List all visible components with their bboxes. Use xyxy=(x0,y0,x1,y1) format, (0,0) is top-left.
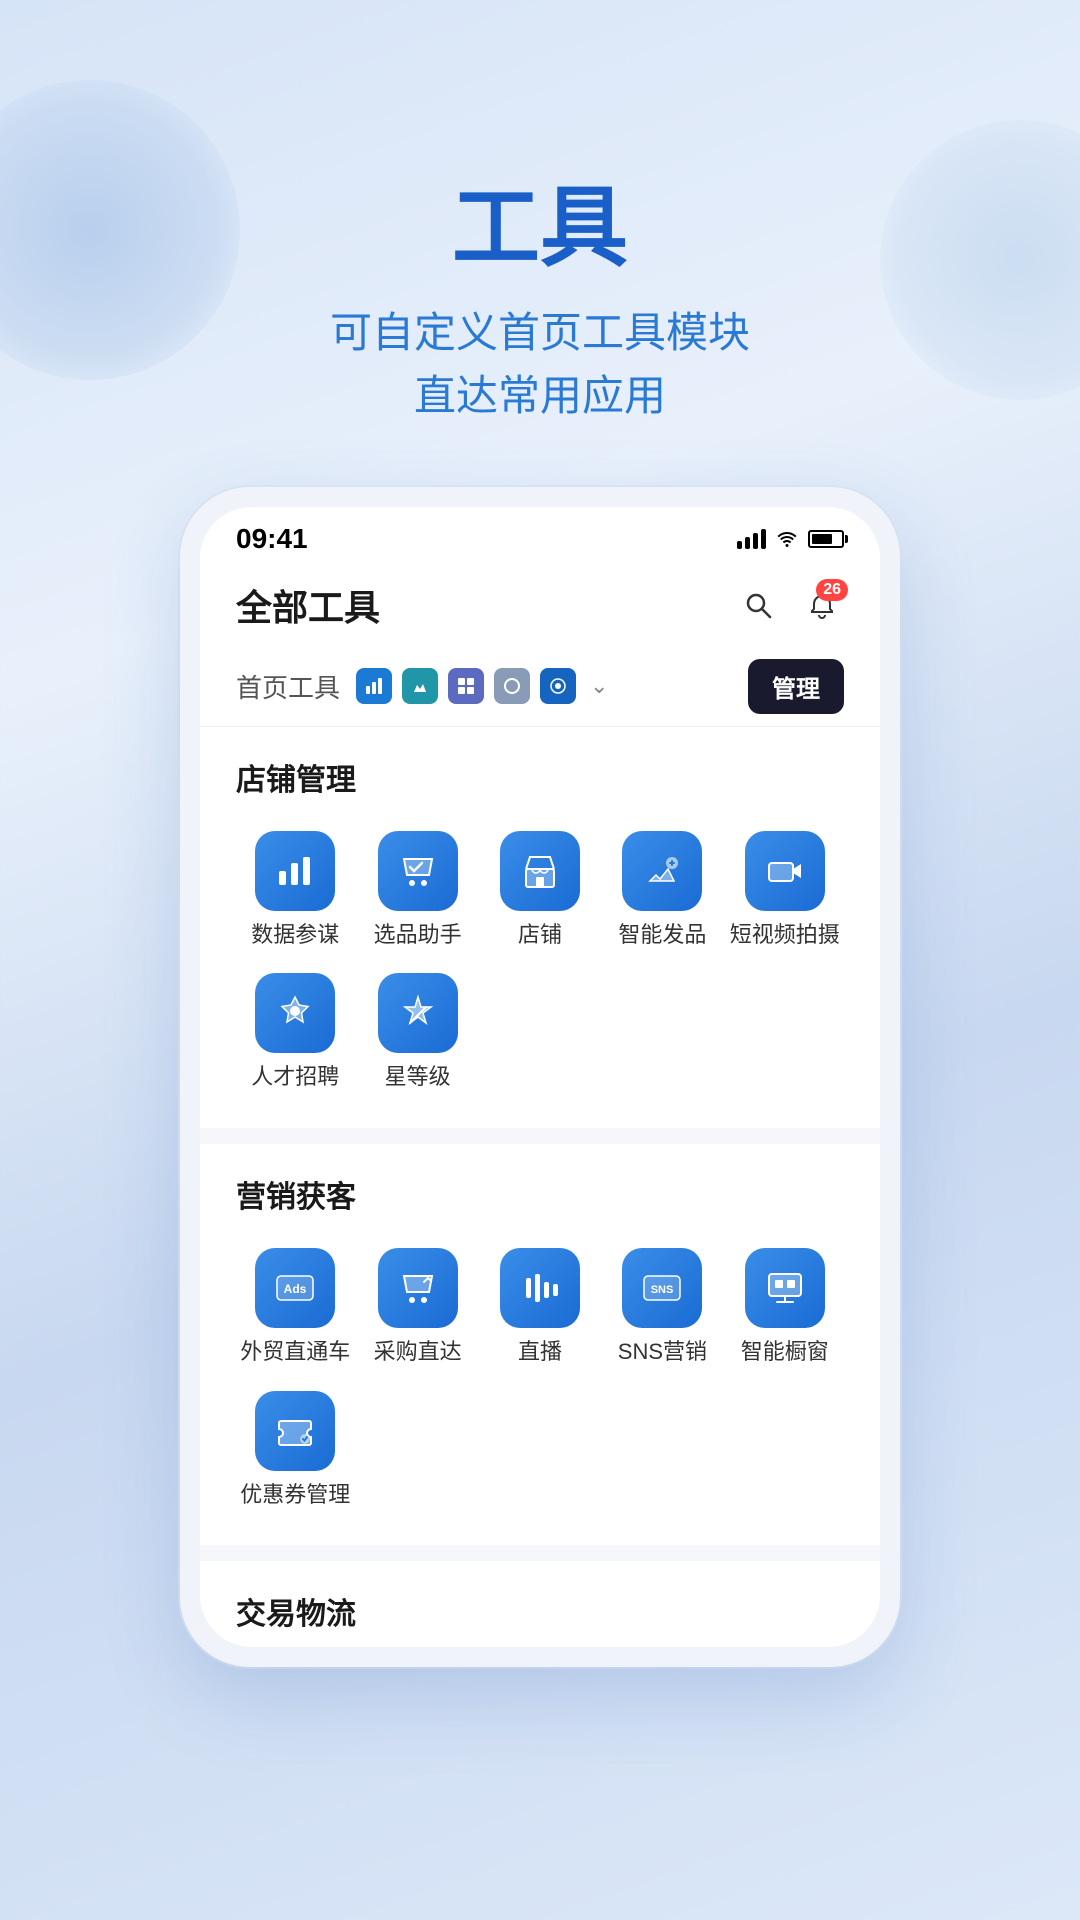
section-gap-2 xyxy=(200,1545,880,1561)
status-time: 09:41 xyxy=(236,523,308,555)
mini-icon-4 xyxy=(494,668,530,704)
tool-select-product[interactable]: 选品助手 xyxy=(358,823,476,958)
tool-store[interactable]: 店铺 xyxy=(481,823,599,958)
tool-short-video[interactable]: 短视频拍摄 xyxy=(726,823,844,958)
section-title-marketing: 营销获客 xyxy=(236,1172,844,1216)
tool-label-data-consult: 数据参谋 xyxy=(251,921,339,950)
bg-decoration-right xyxy=(880,120,1080,400)
tool-sns[interactable]: SNS SNS营销 xyxy=(603,1240,721,1375)
wifi-icon xyxy=(776,531,798,547)
tool-label-smart: 智能发品 xyxy=(618,921,706,950)
section-trade-logistics: 交易物流 信保订单 xyxy=(200,1561,880,1647)
tools-grid-store: 数据参谋 选品助手 xyxy=(236,823,844,1100)
tools-icons-row: ⌄ xyxy=(356,668,748,704)
svg-text:Ads: Ads xyxy=(284,1282,307,1296)
tool-live[interactable]: 直播 xyxy=(481,1240,599,1375)
tool-label-store: 店铺 xyxy=(518,921,562,950)
mini-icon-5 xyxy=(540,668,576,704)
section-store-management: 店铺管理 数据参谋 xyxy=(200,727,880,1100)
expand-arrow-icon[interactable]: ⌄ xyxy=(590,673,608,699)
tool-smart-window[interactable]: 智能橱窗 xyxy=(726,1240,844,1375)
tool-purchase[interactable]: 采购直达 xyxy=(358,1240,476,1375)
tool-ads[interactable]: Ads 外贸直通车 xyxy=(236,1240,354,1375)
status-bar: 09:41 xyxy=(200,507,880,563)
page-title: 工具 xyxy=(330,180,750,277)
tool-talent[interactable]: 人才招聘 xyxy=(236,965,354,1100)
notification-badge: 26 xyxy=(816,579,848,601)
tool-star-level[interactable]: 星等级 xyxy=(358,965,476,1100)
manage-button[interactable]: 管理 xyxy=(748,659,844,714)
tool-label-purchase: 采购直达 xyxy=(374,1338,462,1367)
mini-icon-2 xyxy=(402,668,438,704)
tools-bar-label: 首页工具 xyxy=(236,668,340,705)
tool-coupon[interactable]: 优惠券管理 xyxy=(236,1383,354,1518)
page-header: 工具 可自定义首页工具模块 直达常用应用 xyxy=(330,180,750,427)
phone-screen: 09:41 全部工具 xyxy=(200,507,880,1647)
signal-icon xyxy=(737,529,766,549)
tools-bar: 首页工具 xyxy=(200,647,880,727)
section-marketing: 营销获客 Ads 外贸直通车 xyxy=(200,1144,880,1517)
phone-mockup: 09:41 全部工具 xyxy=(180,487,900,1667)
tool-label-coupon: 优惠券管理 xyxy=(240,1481,350,1510)
tool-label-sns: SNS营销 xyxy=(618,1338,707,1367)
mini-icon-1 xyxy=(356,668,392,704)
mini-icon-3 xyxy=(448,668,484,704)
scroll-content[interactable]: 店铺管理 数据参谋 xyxy=(200,727,880,1647)
app-header: 全部工具 26 xyxy=(200,563,880,647)
tool-label-video: 短视频拍摄 xyxy=(730,921,840,950)
tool-data-consult[interactable]: 数据参谋 xyxy=(236,823,354,958)
battery-icon xyxy=(808,530,844,548)
subtitle-line1: 可自定义首页工具模块 xyxy=(330,301,750,364)
page-subtitle: 可自定义首页工具模块 直达常用应用 xyxy=(330,301,750,427)
tool-label-star: 星等级 xyxy=(385,1063,451,1092)
search-button[interactable] xyxy=(736,583,780,627)
tool-label-talent: 人才招聘 xyxy=(251,1063,339,1092)
tool-label-window: 智能橱窗 xyxy=(741,1338,829,1367)
app-title: 全部工具 xyxy=(236,579,380,631)
section-title-trade: 交易物流 xyxy=(236,1589,844,1633)
tool-label-ads: 外贸直通车 xyxy=(240,1338,350,1367)
header-actions: 26 xyxy=(736,583,844,627)
tool-label-live: 直播 xyxy=(518,1338,562,1367)
notification-button[interactable]: 26 xyxy=(800,583,844,627)
section-gap-1 xyxy=(200,1128,880,1144)
search-icon xyxy=(742,589,774,621)
tools-grid-marketing: Ads 外贸直通车 xyxy=(236,1240,844,1517)
svg-text:SNS: SNS xyxy=(651,1284,674,1296)
tool-label-select: 选品助手 xyxy=(374,921,462,950)
bg-decoration-left xyxy=(0,80,240,380)
status-icons xyxy=(737,529,844,549)
section-title-store: 店铺管理 xyxy=(236,755,844,799)
subtitle-line2: 直达常用应用 xyxy=(330,364,750,427)
tool-smart-product[interactable]: 智能发品 xyxy=(603,823,721,958)
